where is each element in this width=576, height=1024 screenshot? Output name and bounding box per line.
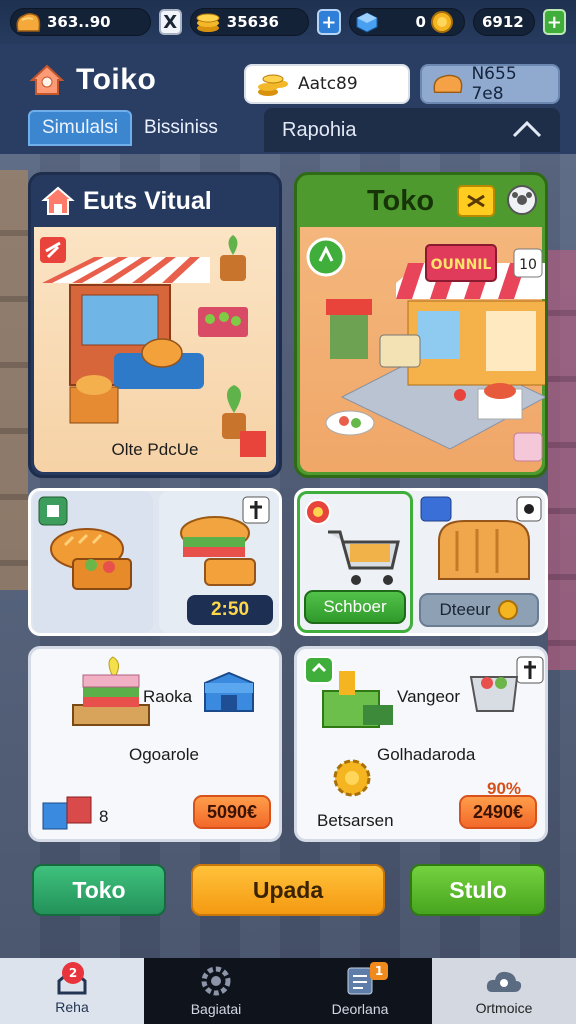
bread-production-card[interactable]: 2:50	[28, 488, 282, 636]
coins-count: 35636	[226, 13, 279, 31]
basket-cart-icon	[469, 656, 544, 712]
tab-bisnis[interactable]: Bissiniss	[132, 110, 230, 146]
virtual-store-caption: Olte PdcUe	[111, 440, 199, 459]
toko-store-illustration: OUNNIL 10	[306, 237, 545, 462]
bread-icon	[16, 12, 41, 32]
resource-bar: 363..90 X 35636 + 0 6912 +	[0, 0, 576, 44]
cloud-user-icon	[486, 971, 522, 992]
food-recipe-card[interactable]: Raoka Ogoarole 8 5090€	[28, 646, 282, 842]
coin-pile-icon	[258, 74, 288, 96]
nav-home[interactable]: Reha 2	[0, 958, 144, 1024]
nav-documents-label: Deorlana	[331, 1001, 389, 1017]
loaf-pane: Dteeur	[417, 491, 545, 633]
currency-pill-b[interactable]: N655 7e8	[420, 64, 560, 104]
blue-count: 0	[415, 13, 426, 31]
cart-pane: Schboer	[297, 491, 413, 633]
shop-action-button[interactable]: Schboer	[304, 590, 406, 624]
recipe-price: 5090€	[192, 795, 271, 829]
vendor-label: Betsarsen	[317, 811, 394, 830]
tab-report[interactable]: Rapohia	[264, 108, 560, 152]
vendor-price: 2490€	[458, 795, 537, 829]
swap-button[interactable]	[457, 185, 495, 217]
stock-count: 8	[99, 807, 109, 826]
toko-card[interactable]: Toko OUNNIL 10	[294, 172, 548, 478]
nav-settings[interactable]: Bagiatai	[144, 958, 288, 1024]
nav-home-badge: 2	[62, 962, 84, 984]
virtual-store-art: Olte PdcUe	[34, 227, 276, 472]
virtual-store-title: Euts Vitual	[83, 186, 212, 215]
close-x-button[interactable]: X	[158, 9, 182, 35]
cube-stack-icon	[42, 796, 92, 830]
detail-button-label: Dteeur	[439, 600, 491, 619]
gold-gear-icon	[333, 759, 371, 797]
gem-resource: 0	[348, 8, 465, 36]
bread-pane-right: 2:50	[159, 491, 279, 633]
shop-sign-text: OUNNIL	[431, 257, 492, 273]
nav-documents[interactable]: Deorlana 1	[288, 958, 432, 1024]
toko-card-art: OUNNIL 10	[300, 227, 545, 472]
bread-basket-illustration	[38, 496, 132, 590]
blue-cube-icon	[356, 12, 378, 33]
bread-loaf-icon	[433, 74, 463, 94]
toko-card-title: Toko	[367, 184, 435, 217]
detail-button[interactable]: Dteeur	[419, 593, 539, 627]
tab-simulasi[interactable]: Simulalsi	[28, 110, 133, 146]
nav-settings-label: Bagiatai	[190, 1001, 242, 1017]
mode-tabs: Simulalsi Bissiniss	[28, 110, 230, 150]
vendor-name: Vangeor	[397, 687, 461, 706]
background-shelf-right	[548, 250, 576, 670]
currency-pill-a[interactable]: Aatc89	[244, 64, 410, 104]
gear-icon	[201, 966, 231, 996]
page-title: Toiko	[76, 63, 157, 96]
gold-coin-icon	[497, 600, 518, 620]
currency-pill-b-value: N655 7e8	[471, 64, 517, 104]
add-coins-button[interactable]: +	[317, 9, 341, 35]
coin-stack-icon	[196, 13, 220, 32]
nav-home-label: Reha	[55, 999, 89, 1015]
vendor-machine-illustration	[304, 656, 393, 728]
recipe-category: Ogoarole	[129, 745, 199, 764]
add-gold-button[interactable]: +	[542, 9, 566, 35]
bread-count: 363..90	[47, 13, 111, 31]
toko-button[interactable]: Toko	[32, 864, 166, 916]
toko-notify-badge: 10	[519, 257, 537, 273]
shop-stall-illustration	[40, 235, 266, 457]
upgrade-button[interactable]: Upada	[191, 864, 385, 916]
blue-box-icon	[204, 671, 254, 712]
loaf-bread-illustration	[420, 496, 542, 580]
bottom-nav: Reha 2 Bagiatai Deorlana 1 Ortmoice	[0, 958, 576, 1024]
shopping-card[interactable]: Schboer Dteeur	[294, 488, 548, 636]
nav-profile[interactable]: Ortmoice	[432, 958, 576, 1024]
tab-report-label: Rapohia	[282, 118, 357, 141]
bread-pane-left	[33, 491, 153, 633]
gold-resource: 6912	[472, 8, 535, 36]
shopping-cart-illustration	[305, 499, 400, 585]
stulo-button[interactable]: Stulo	[410, 864, 546, 916]
production-timer: 2:50	[187, 595, 273, 625]
recipe-name: Raoka	[143, 687, 193, 706]
shop-home-icon	[29, 64, 65, 95]
virtual-store-card[interactable]: Euts Vitual Olte PdcUe	[28, 172, 282, 478]
coins-resource: 35636	[189, 8, 310, 36]
nav-documents-badge: 1	[370, 962, 388, 980]
vendor-card[interactable]: Vangeor Golhadaroda Betsarsen 90% 2490€	[294, 646, 548, 842]
currency-pill-a-value: Aatc89	[298, 74, 358, 94]
vendor-category: Golhadaroda	[377, 745, 476, 764]
swap-arrows-icon	[467, 194, 485, 208]
house-icon	[41, 186, 75, 215]
nav-profile-label: Ortmoice	[475, 1000, 533, 1016]
background-shelf-left	[0, 170, 28, 590]
bread-resource: 363..90	[10, 8, 151, 36]
chevron-up-icon[interactable]	[510, 116, 544, 142]
gold-count: 6912	[481, 13, 524, 31]
store-header: Toiko Aatc89 N655 7e8 Simulalsi Bissinis…	[0, 44, 576, 154]
gold-coin-icon	[430, 11, 453, 33]
settings-gear-icon[interactable]	[505, 183, 539, 217]
